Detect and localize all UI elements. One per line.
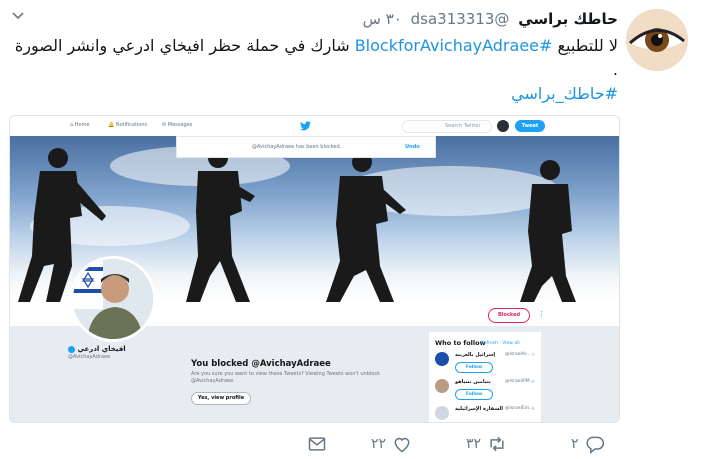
tweet-header: حاطك براسي @dsa313313 ٣٠ س xyxy=(363,10,618,28)
verified-icon xyxy=(68,345,75,353)
view-profile-button: Yes, view profile xyxy=(191,392,251,405)
tweet-card: حاطك براسي @dsa313313 ٣٠ س لا للتطبيع #B… xyxy=(0,0,704,459)
embedded-avatar xyxy=(497,120,509,132)
profile-picture xyxy=(70,256,156,342)
nav-messages: ✉ Messages xyxy=(162,122,193,128)
follow-button: Follow xyxy=(455,389,493,400)
tweet-text: لا للتطبيع #BlockforAvichayAdraee شارك ف… xyxy=(10,34,618,106)
heart-icon xyxy=(394,437,410,453)
retweet-icon xyxy=(490,436,504,452)
embedded-navbar: ⌂ Home 🔔 Notifications ✉ Messages Search… xyxy=(10,116,619,137)
author-avatar[interactable] xyxy=(626,9,688,71)
close-icon: × xyxy=(531,379,536,385)
profile-handle: @AvichayAdraee xyxy=(68,354,111,360)
close-icon: × xyxy=(531,406,536,412)
reply-button[interactable]: ٢ xyxy=(571,433,605,455)
blocked-button: Blocked xyxy=(488,308,530,323)
tweet-time[interactable]: ٣٠ س xyxy=(363,10,402,28)
embedded-tweet-button: Tweet xyxy=(515,120,545,132)
blocked-toast: @AvichayAdraee has been blocked. Undo xyxy=(176,136,436,158)
close-icon: × xyxy=(531,352,536,358)
wtf-item: إسرائيل بالعربية @IsraelAr... × Follow xyxy=(435,352,535,376)
who-to-follow-panel: Who to follow Refresh · View all إسرائيل… xyxy=(428,331,542,422)
follow-button: Follow xyxy=(455,362,493,373)
reply-count: ٢ xyxy=(571,436,579,452)
retweet-count: ٣٢ xyxy=(466,436,482,452)
hashtag-link[interactable]: #BlockforAvichayAdraee xyxy=(355,36,553,55)
author-name[interactable]: حاطك براسي xyxy=(518,10,618,28)
author-handle[interactable]: @dsa313313 xyxy=(411,10,510,28)
toast-text: @AvichayAdraee has been blocked. xyxy=(252,144,342,150)
eye-icon xyxy=(626,9,688,71)
tweet-actions: ٢ ٣٢ ٢٢ xyxy=(0,433,704,457)
blocked-title: You blocked @AvichayAdraee xyxy=(191,359,331,369)
embedded-search: Search Twitter xyxy=(402,120,492,133)
text-part: لا للتطبيع xyxy=(552,36,618,55)
like-button[interactable]: ٢٢ xyxy=(371,433,412,455)
like-count: ٢٢ xyxy=(371,436,387,452)
wtf-item: بنيامين نتنياهو @IsraeliPM... × Follow xyxy=(435,379,535,403)
nav-home: ⌂ Home xyxy=(70,122,90,128)
nav-notifications: 🔔 Notifications xyxy=(108,122,148,128)
tweet-image[interactable]: ⌂ Home 🔔 Notifications ✉ Messages Search… xyxy=(9,115,620,423)
hashtag-link[interactable]: #حاطك_براسي xyxy=(511,84,618,103)
wtf-title: Who to follow xyxy=(435,339,486,347)
wtf-links: Refresh · View all xyxy=(481,341,520,346)
undo-button: Undo xyxy=(405,144,420,150)
profile-name: افيخاي ادرعي xyxy=(68,345,126,353)
twitter-bird-icon xyxy=(300,121,311,131)
more-icon: ⋮ xyxy=(538,310,545,318)
blocked-description: Are you sure you want to view these Twee… xyxy=(191,371,380,384)
wtf-item: السفارة الإسرائيلية @IsraelEm... × xyxy=(435,406,536,422)
chevron-down-icon[interactable] xyxy=(12,12,24,20)
envelope-icon xyxy=(308,437,326,451)
message-button[interactable] xyxy=(307,433,327,455)
reply-icon xyxy=(585,436,604,454)
retweet-button[interactable]: ٣٢ xyxy=(466,433,507,455)
